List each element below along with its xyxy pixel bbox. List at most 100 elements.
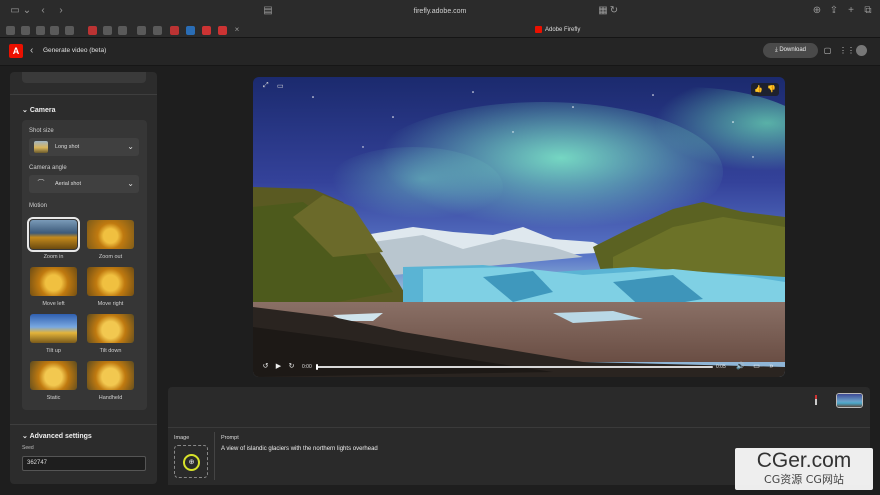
adobe-logo-icon[interactable]: A <box>9 44 23 58</box>
page-icon[interactable]: ▤ <box>262 5 274 17</box>
reload-icon[interactable]: ↻ <box>608 5 620 17</box>
close-tab-icon[interactable]: × <box>231 24 243 36</box>
motion-option-zoom-out[interactable]: Zoom out <box>87 220 134 263</box>
volume-icon[interactable]: 🔊 <box>736 362 745 371</box>
rewind-icon[interactable]: ↺ <box>261 362 270 371</box>
motion-option-move-left[interactable]: Move left <box>30 267 77 310</box>
pinned-tab[interactable] <box>137 26 146 35</box>
rating-controls: 👍 👎 <box>751 83 779 96</box>
motion-label: Tilt up <box>46 348 61 354</box>
download-button[interactable]: ⤓ Download <box>763 43 818 58</box>
expand-icon[interactable]: ⤢ <box>263 82 269 90</box>
image-label: Image <box>174 435 190 441</box>
pinned-tab[interactable] <box>65 26 74 35</box>
pinned-tab[interactable] <box>218 26 227 35</box>
progress-bar[interactable] <box>316 364 713 370</box>
apps-grid-icon[interactable]: ⋮⋮ <box>839 45 855 56</box>
tab-bar: × Adobe Firefly <box>0 23 880 38</box>
collapsed-section[interactable] <box>22 72 146 83</box>
pinned-tab[interactable] <box>88 26 97 35</box>
prompt-input[interactable]: A view of islandic glaciers with the nor… <box>221 445 378 453</box>
pinned-tab[interactable] <box>170 26 179 35</box>
motion-thumbnail <box>30 361 77 390</box>
pinned-tab[interactable] <box>21 26 30 35</box>
feedback-icon[interactable]: ▢ <box>822 45 833 56</box>
camera-angle-dropdown[interactable]: ⌒ Aerial shot ⌄ <box>29 175 139 193</box>
landscape-thumbnail <box>34 141 48 153</box>
chevron-down-icon: ⌄ <box>127 179 134 188</box>
share-icon[interactable]: ⇪ <box>828 5 840 17</box>
motion-option-handheld[interactable]: Handheld <box>87 361 134 404</box>
pinned-tab[interactable] <box>103 26 112 35</box>
motion-option-move-right[interactable]: Move right <box>87 267 134 310</box>
settings-panel: ⌄ Camera Shot size Long shot ⌄ Camera an… <box>10 72 157 484</box>
back-icon[interactable]: ‹ <box>37 5 49 17</box>
new-tab-icon[interactable]: + <box>845 5 857 17</box>
forward-icon[interactable]: ↻ <box>287 362 296 371</box>
motion-label: Move right <box>97 301 124 307</box>
play-icon[interactable]: ▶ <box>274 362 283 371</box>
active-tab[interactable]: Adobe Firefly <box>535 25 580 36</box>
pinned-tab[interactable] <box>36 26 45 35</box>
tab-overview-icon[interactable]: ⧉ <box>862 5 874 17</box>
address-bar[interactable]: firefly.adobe.com <box>380 6 500 18</box>
shot-size-dropdown[interactable]: Long shot ⌄ <box>29 138 139 156</box>
prompt-label: Prompt <box>221 435 239 441</box>
pinned-tab[interactable] <box>50 26 59 35</box>
watermark-main: CGer.com <box>756 449 852 472</box>
motion-label: Motion <box>29 203 48 209</box>
motion-thumbnail <box>30 314 77 343</box>
download-label: Download <box>779 47 806 53</box>
history-thumbnail[interactable] <box>836 393 863 408</box>
motion-label: Tilt down <box>99 348 122 354</box>
chevron-down-icon: ⌄ <box>22 107 30 114</box>
browser-toolbar: ▭ ⌄ ‹ › ▤ firefly.adobe.com ▦ ↻ ⊕ ⇪ + ⧉ <box>0 0 880 22</box>
sidebar-toggle-icon[interactable]: ▭ <box>9 5 21 17</box>
flag-icon <box>815 395 819 405</box>
app-header: A ‹ Generate video (beta) ⤓ Download ▢ ⋮… <box>0 38 880 66</box>
motion-thumbnail <box>87 314 134 343</box>
download-status-icon[interactable]: ⊕ <box>811 5 823 17</box>
chevron-down-icon: ⌄ <box>127 142 134 151</box>
more-icon[interactable]: » <box>767 362 776 371</box>
forward-icon[interactable]: › <box>55 5 67 17</box>
pinned-tab[interactable] <box>153 26 162 35</box>
thumbs-up-icon[interactable]: 👍 <box>754 85 763 93</box>
motion-option-static[interactable]: Static <box>30 361 77 404</box>
camera-section-toggle[interactable]: ⌄ Camera <box>22 106 56 116</box>
total-time: 0:05 <box>716 364 726 370</box>
camera-angle-label: Camera angle <box>29 165 67 171</box>
aerial-angle-icon: ⌒ <box>37 180 45 187</box>
back-arrow-icon[interactable]: ‹ <box>30 45 33 57</box>
chevron-down-icon[interactable]: ⌄ <box>21 5 33 17</box>
motion-label: Zoom out <box>98 254 123 260</box>
pinned-tab[interactable] <box>118 26 127 35</box>
aspect-ratio-icon[interactable]: ▭ <box>277 82 284 90</box>
progress-handle[interactable] <box>316 364 318 370</box>
pinned-tab[interactable] <box>202 26 211 35</box>
motion-thumbnail <box>87 220 134 249</box>
seed-input[interactable]: 362747 <box>22 456 146 471</box>
watermark-sub: CG资源 CG网站 <box>764 473 844 486</box>
motion-label: Handheld <box>98 395 123 401</box>
motion-label: Move left <box>42 301 65 307</box>
divider <box>10 424 157 425</box>
motion-option-tilt-down[interactable]: Tilt down <box>87 314 134 357</box>
thumbs-down-icon[interactable]: 👎 <box>767 85 776 93</box>
video-player[interactable]: ⤢ ▭ <box>253 77 785 377</box>
motion-thumbnail <box>30 267 77 296</box>
image-upload-slot[interactable]: ⊕ <box>174 445 208 478</box>
camera-angle-value: Aerial shot <box>55 181 81 187</box>
motion-option-zoom-in[interactable]: Zoom in <box>27 217 80 263</box>
airplay-icon[interactable]: ▭ <box>752 362 761 371</box>
motion-option-tilt-up[interactable]: Tilt up <box>30 314 77 357</box>
avatar[interactable] <box>856 45 867 56</box>
divider <box>10 94 157 95</box>
pinned-tab[interactable] <box>186 26 195 35</box>
seed-label: Seed <box>22 445 34 451</box>
page-title: Generate video (beta) <box>43 47 107 54</box>
pinned-tab[interactable] <box>6 26 15 35</box>
current-time: 0:00 <box>302 364 312 370</box>
video-frame-image <box>253 77 785 377</box>
advanced-settings-toggle[interactable]: ⌄ Advanced settings <box>22 432 92 442</box>
